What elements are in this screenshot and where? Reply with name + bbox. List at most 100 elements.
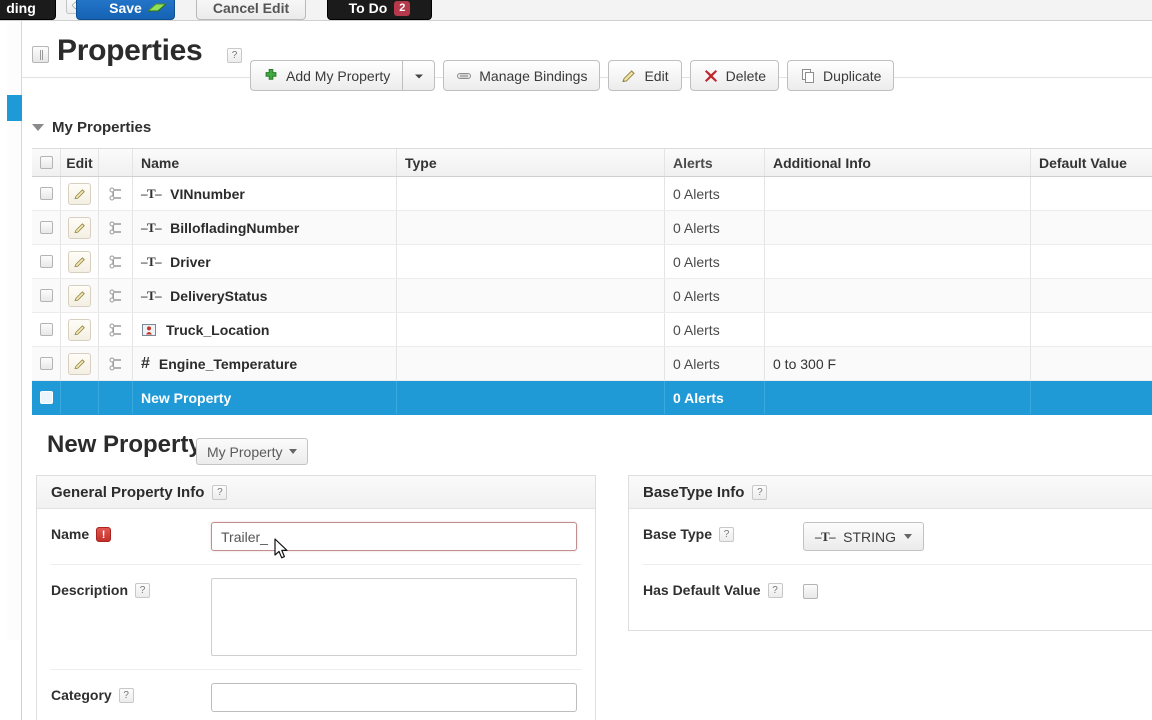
manage-bindings-button[interactable]: Manage Bindings	[443, 60, 601, 91]
row-name-cell[interactable]: –T– VINnumber	[133, 177, 397, 210]
topbar-button-cancel-edit[interactable]: Cancel Edit	[196, 0, 306, 20]
category-help-icon[interactable]: ?	[118, 687, 134, 703]
row-edit-button[interactable]	[68, 284, 91, 307]
name-input[interactable]	[211, 522, 577, 551]
has-default-value-checkbox[interactable]	[803, 584, 818, 599]
row-name-label: Engine_Temperature	[158, 355, 298, 372]
row-name-cell[interactable]: –T– BillofladingNumber	[133, 211, 397, 244]
has-default-label-group: Has Default Value ?	[643, 578, 803, 598]
base-type-row: Base Type ? –T– STRING	[629, 509, 1152, 551]
row-edit-cell[interactable]	[61, 347, 99, 380]
row-alerts-cell[interactable]: 0 Alerts	[665, 279, 765, 312]
description-help-icon[interactable]: ?	[135, 582, 151, 598]
row-alerts-cell[interactable]: 0 Alerts	[665, 177, 765, 210]
table-row[interactable]: –T– BillofladingNumber 0 Alerts	[32, 211, 1152, 245]
grid-header-additional-info[interactable]: Additional Info	[765, 149, 1031, 176]
my-properties-section-header[interactable]: My Properties	[32, 119, 151, 136]
table-row[interactable]: # Engine_Temperature 0 Alerts 0 to 300 F	[32, 347, 1152, 381]
table-row[interactable]: –T– Driver 0 Alerts	[32, 245, 1152, 279]
delete-button[interactable]: Delete	[689, 60, 780, 91]
has-default-help-icon[interactable]: ?	[767, 582, 783, 598]
base-type-label: Base Type	[643, 526, 712, 542]
add-my-property-button[interactable]: Add My Property	[250, 60, 403, 91]
grid-header-select-all[interactable]	[32, 149, 61, 176]
row-alerts-cell[interactable]: 0 Alerts	[665, 211, 765, 244]
row-binding-cell[interactable]	[99, 381, 133, 414]
row-select-cell[interactable]	[32, 313, 61, 346]
grid-header-default-value[interactable]: Default Value	[1031, 149, 1152, 176]
table-row[interactable]: Truck_Location 0 Alerts	[32, 313, 1152, 347]
row-binding-cell[interactable]	[99, 177, 133, 210]
edit-button[interactable]: Edit	[608, 60, 682, 91]
row-edit-cell[interactable]	[61, 211, 99, 244]
row-edit-button[interactable]	[68, 216, 91, 239]
row-select-cell[interactable]	[32, 177, 61, 210]
row-name-cell[interactable]: New Property	[133, 381, 397, 414]
grid-header-name[interactable]: Name	[133, 149, 397, 176]
general-info-help-icon[interactable]: ?	[212, 484, 228, 500]
row-default-value-cell	[1031, 279, 1152, 312]
row-alerts-cell[interactable]: 0 Alerts	[665, 313, 765, 346]
row-edit-button[interactable]	[68, 352, 91, 375]
left-rail-active-marker[interactable]	[7, 95, 23, 121]
row-edit-cell[interactable]	[61, 279, 99, 312]
table-row[interactable]: –T– VINnumber 0 Alerts	[32, 177, 1152, 211]
row-select-cell[interactable]	[32, 381, 61, 414]
string-icon: –T–	[141, 219, 162, 235]
table-row[interactable]: –T– DeliveryStatus 0 Alerts	[32, 279, 1152, 313]
row-binding-cell[interactable]	[99, 313, 133, 346]
row-checkbox[interactable]	[39, 323, 53, 336]
row-checkbox[interactable]	[39, 289, 53, 302]
row-binding-cell[interactable]	[99, 279, 133, 312]
row-select-cell[interactable]	[32, 245, 61, 278]
grid-header-alerts[interactable]: Alerts	[665, 149, 765, 176]
row-alerts-cell[interactable]: 0 Alerts	[665, 381, 765, 414]
row-edit-button[interactable]	[68, 250, 91, 273]
row-name-label: VINnumber	[170, 185, 245, 202]
row-edit-button[interactable]	[68, 318, 91, 341]
row-name-cell[interactable]: # Engine_Temperature	[133, 347, 397, 380]
row-alerts-cell[interactable]: 0 Alerts	[665, 347, 765, 380]
grid-header-type[interactable]: Type	[397, 149, 665, 176]
base-type-help-icon[interactable]: ?	[719, 526, 734, 542]
row-checkbox[interactable]	[39, 357, 53, 370]
row-edit-button[interactable]	[68, 182, 91, 205]
row-name-cell[interactable]: –T– Driver	[133, 245, 397, 278]
row-checkbox[interactable]	[39, 187, 53, 200]
duplicate-button[interactable]: Duplicate	[787, 60, 895, 91]
select-all-checkbox[interactable]	[39, 156, 53, 169]
table-row[interactable]: New Property 0 Alerts	[32, 381, 1152, 415]
row-checkbox[interactable]	[39, 221, 53, 234]
topbar-button-ding[interactable]: ding	[0, 0, 56, 20]
base-type-dropdown[interactable]: –T– STRING	[803, 522, 925, 551]
topbar-button-save[interactable]: Save	[76, 0, 175, 20]
row-alerts-cell[interactable]: 0 Alerts	[665, 245, 765, 278]
row-name-label: Truck_Location	[166, 321, 270, 338]
row-select-cell[interactable]	[32, 347, 61, 380]
property-kind-dropdown[interactable]: My Property	[196, 438, 309, 465]
row-binding-cell[interactable]	[99, 245, 133, 278]
row-edit-cell[interactable]	[61, 313, 99, 346]
row-select-cell[interactable]	[32, 279, 61, 312]
add-my-property-dropdown-button[interactable]	[402, 60, 436, 91]
row-name-cell[interactable]: Truck_Location	[133, 313, 397, 346]
description-textarea[interactable]	[211, 578, 577, 656]
pencil-icon	[622, 69, 636, 82]
row-checkbox[interactable]	[39, 255, 53, 268]
row-binding-cell[interactable]	[99, 347, 133, 380]
topbar-button-todo[interactable]: To Do 2	[327, 0, 432, 20]
row-edit-cell[interactable]	[61, 245, 99, 278]
binding-icon	[109, 187, 121, 200]
row-name-cell[interactable]: –T– DeliveryStatus	[133, 279, 397, 312]
basetype-help-icon[interactable]: ?	[752, 484, 768, 500]
category-input[interactable]	[211, 683, 577, 712]
row-checkbox[interactable]	[39, 391, 53, 404]
required-warning-icon[interactable]: !	[96, 526, 112, 542]
row-edit-cell[interactable]	[61, 381, 99, 414]
collapse-caret-icon[interactable]	[32, 124, 44, 131]
row-binding-cell[interactable]	[99, 211, 133, 244]
row-select-cell[interactable]	[32, 211, 61, 244]
page-title-help-icon[interactable]: ?	[227, 48, 242, 63]
row-type-cell	[397, 177, 665, 210]
row-edit-cell[interactable]	[61, 177, 99, 210]
